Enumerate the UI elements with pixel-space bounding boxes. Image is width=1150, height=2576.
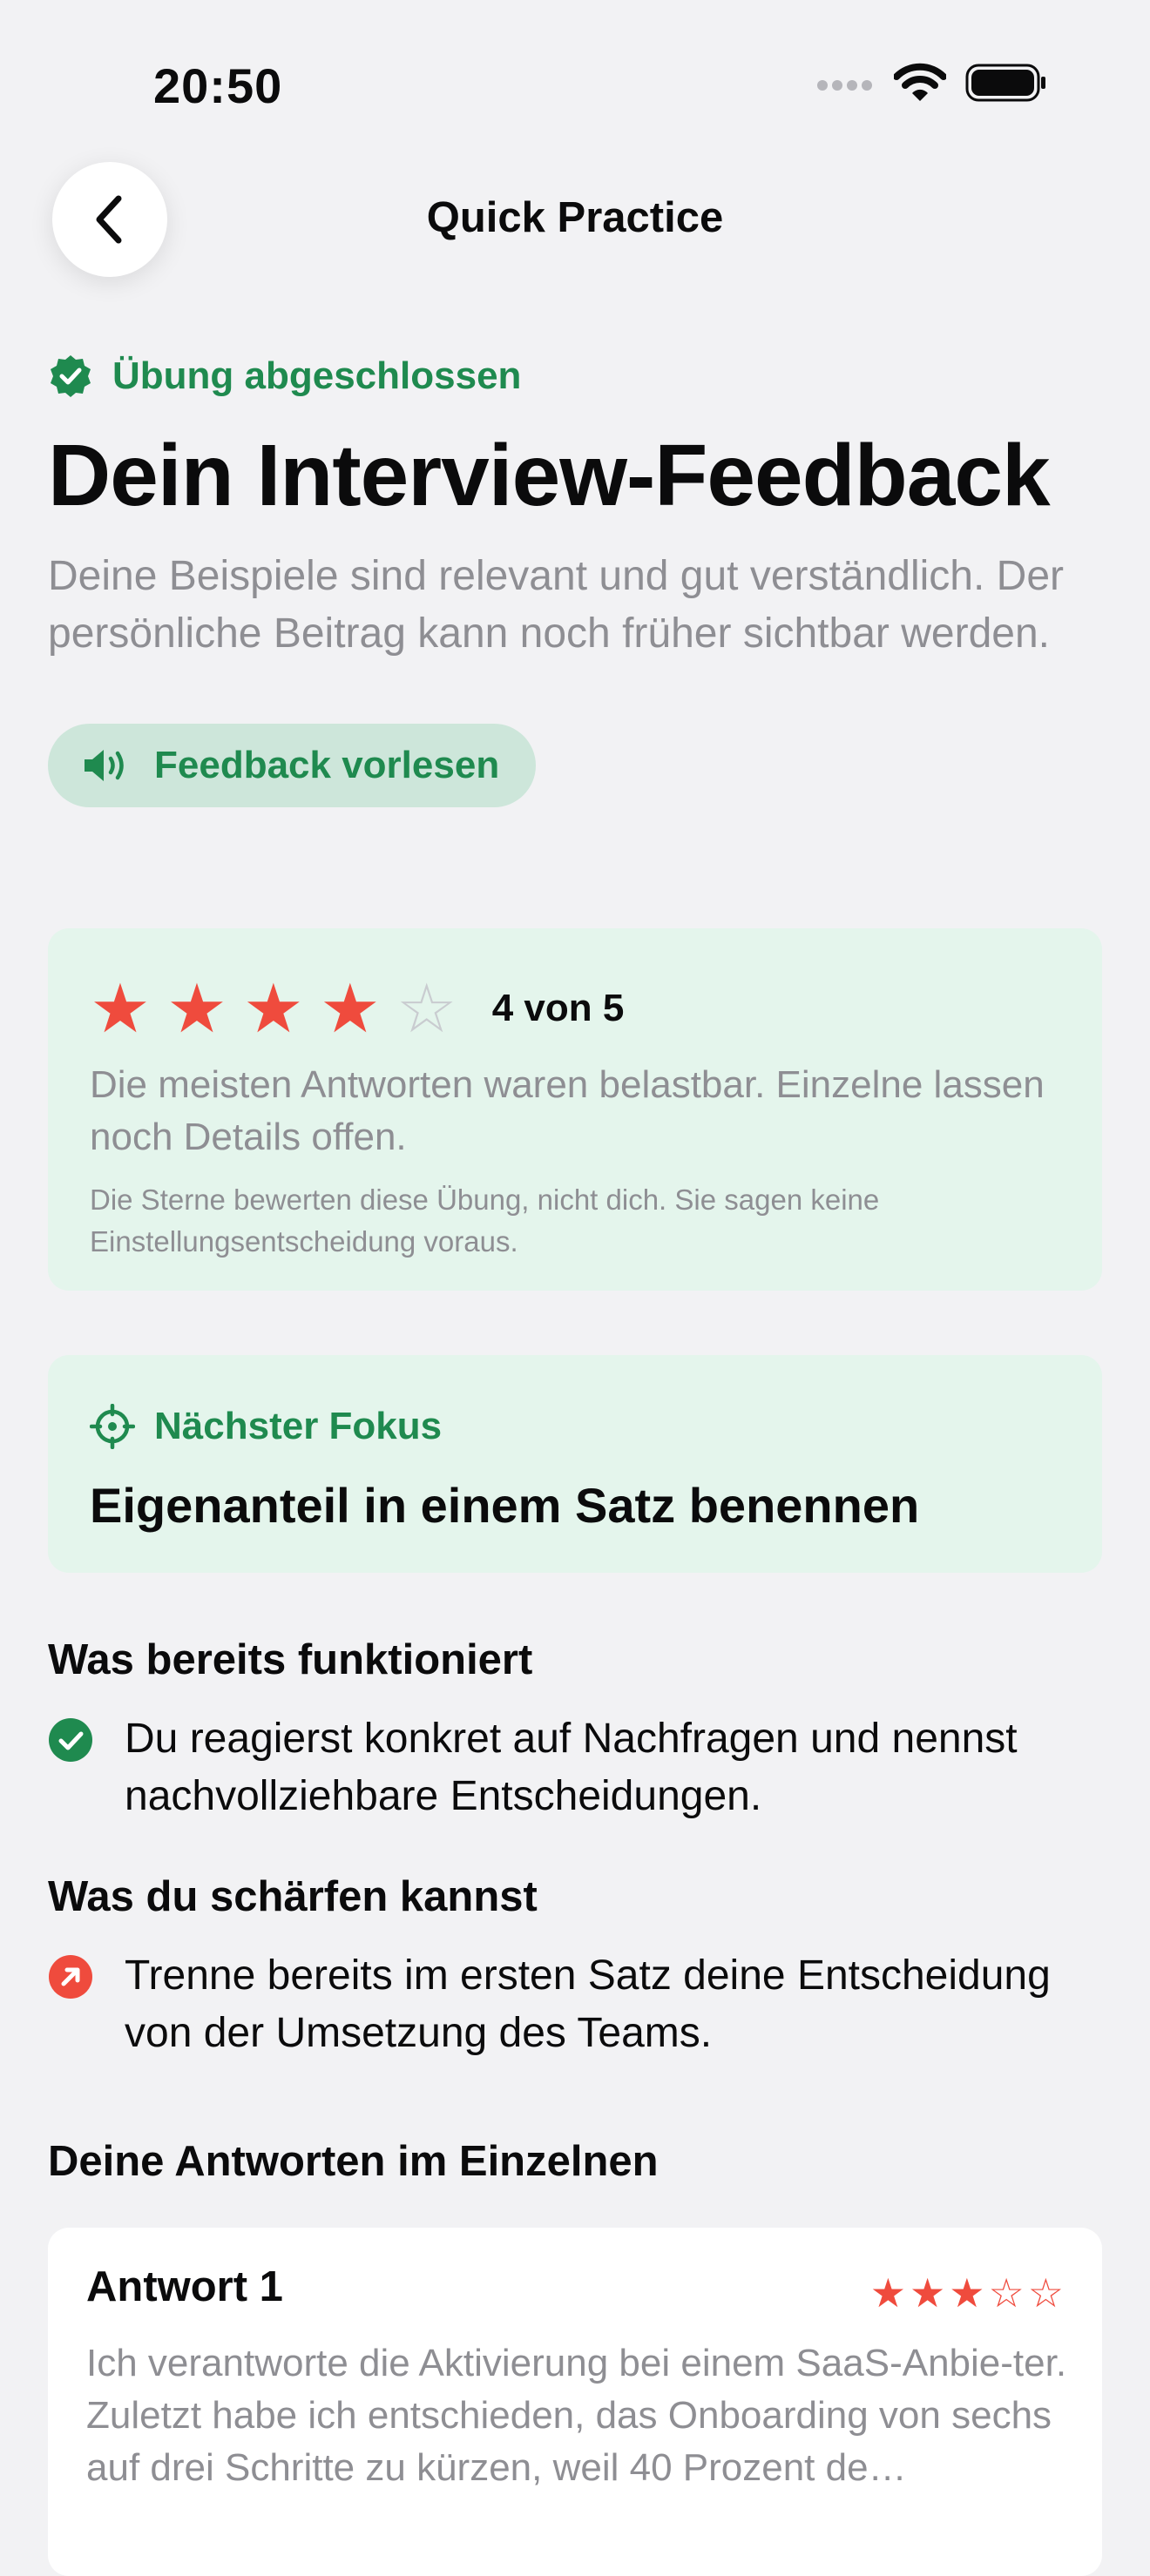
status-time: 20:50 bbox=[153, 58, 283, 113]
star-empty-icon: ☆ bbox=[1027, 2270, 1064, 2316]
nav-title: Quick Practice bbox=[426, 194, 724, 241]
strength-item: Du reagierst konkret auf Nachfragen und … bbox=[48, 1710, 1102, 1825]
status-bar: 20:50 bbox=[0, 0, 1150, 148]
improvements-heading: Was du schärfen kannst bbox=[48, 1873, 538, 1920]
next-focus-label: Nächster Fokus bbox=[154, 1405, 443, 1447]
bullet-icon-wrap bbox=[48, 1947, 125, 2062]
answers-heading: Deine Antworten im Einzelnen bbox=[48, 2138, 659, 2185]
bullet-icon-wrap bbox=[48, 1710, 125, 1825]
feedback-summary: Deine Beispiele sind relevant und gut ve… bbox=[48, 553, 1064, 657]
page-title: Dein Interview-Feedback bbox=[48, 427, 1051, 524]
checkmark-circle-icon bbox=[49, 1718, 92, 1762]
battery-icon bbox=[965, 64, 1045, 102]
answer-card[interactable]: Antwort 1 ★ ★ ★ ☆ ☆ Ich verantworte die … bbox=[48, 2228, 1102, 2576]
star-filled-icon: ★ bbox=[242, 970, 304, 1047]
rating-card: ★ ★ ★ ★ ☆ 4 von 5 Die meisten Antworten … bbox=[48, 928, 1102, 1291]
wifi-icon bbox=[894, 63, 946, 101]
nav-bar: Quick Practice bbox=[0, 162, 1150, 277]
next-focus-card: Nächster Fokus Eigenanteil in einem Satz… bbox=[48, 1355, 1102, 1573]
answer-text: Ich verantworte die Aktivierung bei eine… bbox=[86, 2342, 1067, 2489]
improvement-text: Trenne bereits im ersten Satz deine Ents… bbox=[125, 1952, 1051, 2056]
feedback-content: Übung abgeschlossen Dein Interview-Feedb… bbox=[48, 348, 1102, 2576]
rating-description: Die meisten Antworten waren belastbar. E… bbox=[90, 1063, 1045, 1158]
star-filled-icon: ★ bbox=[949, 2270, 985, 2316]
rating-stars: ★ ★ ★ ★ ☆ 4 von 5 bbox=[90, 970, 1060, 1047]
star-filled-icon: ★ bbox=[319, 970, 381, 1047]
star-empty-icon: ☆ bbox=[396, 970, 457, 1047]
rating-disclaimer: Die Sterne bewerten diese Übung, nicht d… bbox=[90, 1183, 880, 1258]
improvement-item: Trenne bereits im ersten Satz deine Ents… bbox=[48, 1947, 1102, 2062]
read-feedback-button[interactable]: Feedback vorlesen bbox=[48, 724, 537, 807]
completed-status: Übung abgeschlossen bbox=[48, 348, 1102, 404]
read-feedback-label: Feedback vorlesen bbox=[154, 744, 500, 786]
cellular-signal-icon bbox=[817, 80, 872, 91]
status-icons bbox=[815, 63, 1047, 103]
star-empty-icon: ☆ bbox=[988, 2270, 1025, 2316]
next-focus-title: Eigenanteil in einem Satz benennen bbox=[90, 1478, 920, 1533]
star-filled-icon: ★ bbox=[869, 2270, 906, 2316]
answer-rating-stars: ★ ★ ★ ☆ ☆ bbox=[867, 2273, 1064, 2313]
target-icon bbox=[90, 1404, 135, 1449]
strength-text: Du reagierst konkret auf Nachfragen und … bbox=[125, 1716, 1018, 1819]
completed-label: Übung abgeschlossen bbox=[112, 354, 522, 397]
rating-label: 4 von 5 bbox=[491, 987, 625, 1029]
star-filled-icon: ★ bbox=[90, 970, 151, 1047]
star-filled-icon: ★ bbox=[910, 2270, 946, 2316]
checkmark-seal-icon bbox=[51, 355, 91, 397]
speaker-icon bbox=[85, 750, 124, 781]
next-focus-header: Nächster Fokus bbox=[90, 1399, 1060, 1454]
strengths-heading: Was bereits funktioniert bbox=[48, 1636, 533, 1683]
star-filled-icon: ★ bbox=[166, 970, 227, 1047]
arrow-up-right-circle-icon bbox=[49, 1955, 92, 1999]
